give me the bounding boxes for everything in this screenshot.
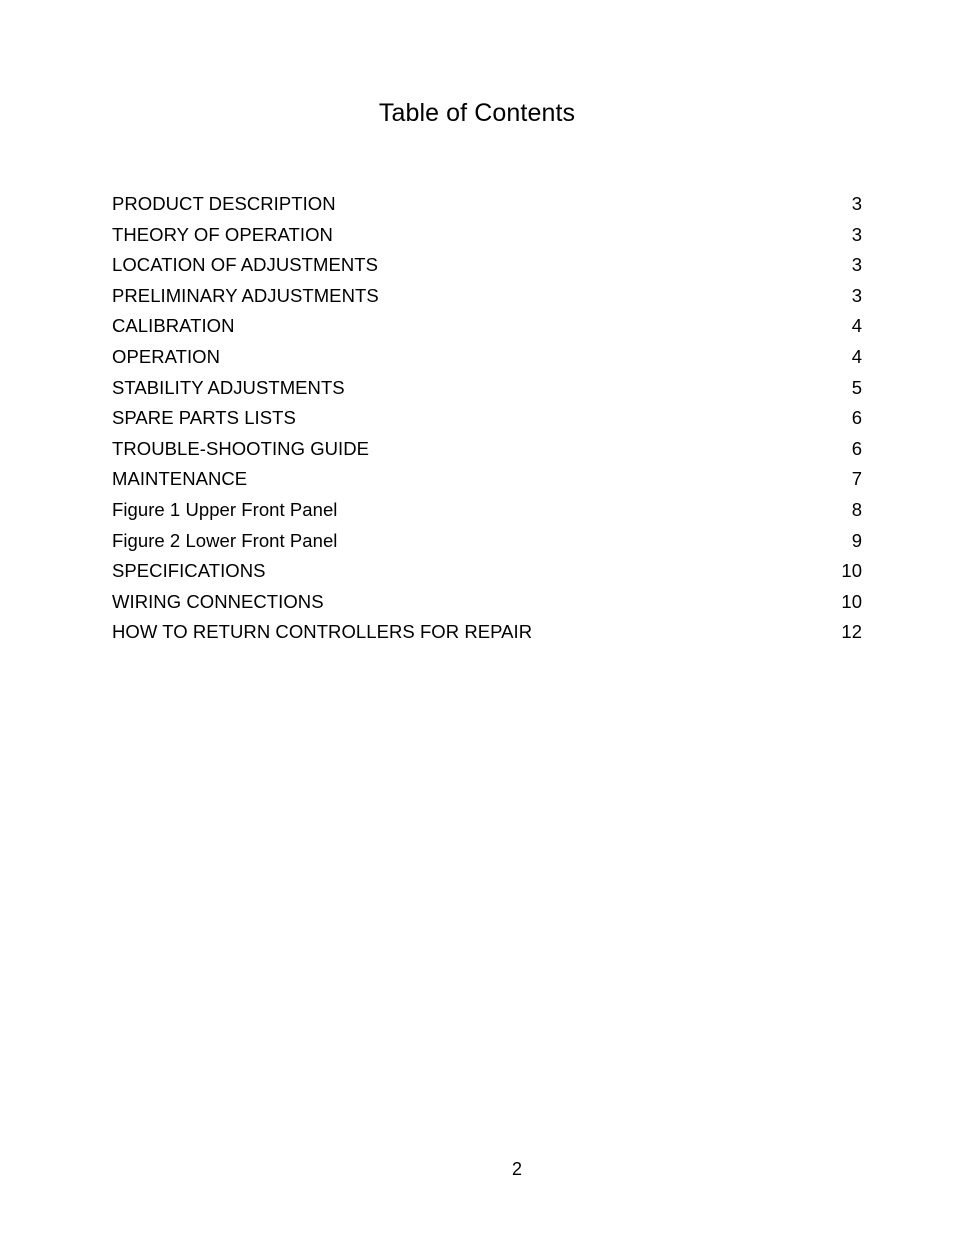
toc-entry[interactable]: LOCATION OF ADJUSTMENTS 3 (112, 250, 862, 281)
toc-entry-label: STABILITY ADJUSTMENTS (112, 376, 345, 398)
toc-entry-page-number: 12 (841, 621, 862, 643)
document-page: Table of Contents PRODUCT DESCRIPTION 3 TH… (0, 0, 954, 1235)
toc-entry-page-number: 9 (851, 529, 862, 551)
toc-entry[interactable]: CALIBRATION 4 (112, 311, 862, 342)
toc-entry-page-number: 5 (851, 376, 862, 398)
toc-entry[interactable]: SPECIFICATIONS 10 (112, 556, 862, 587)
toc-entry[interactable]: WIRING CONNECTIONS 10 (112, 587, 862, 618)
toc-entry-page-number: 6 (851, 437, 862, 459)
table-of-contents-list: PRODUCT DESCRIPTION 3 THEORY OF OPERATION 3… (112, 189, 862, 648)
toc-entry[interactable]: Figure 2 Lower Front Panel 9 (112, 526, 862, 557)
toc-entry-label: SPARE PARTS LISTS (112, 407, 296, 429)
footer-page-number: 2 (511, 1159, 522, 1179)
toc-entry-label: CALIBRATION (112, 315, 235, 337)
toc-entry[interactable]: SPARE PARTS LISTS 6 (112, 403, 862, 434)
toc-entry-label: Figure 1 Upper Front Panel (112, 498, 338, 520)
toc-entry-page-number: 7 (851, 468, 862, 490)
toc-entry-label: PRODUCT DESCRIPTION (112, 193, 336, 214)
page-title: Table of Contents (378, 99, 576, 127)
toc-entry-label: LOCATION OF ADJUSTMENTS (112, 254, 378, 276)
toc-entry-page-number: 4 (851, 315, 862, 337)
toc-entry-label: Figure 2 Lower Front Panel (112, 529, 338, 551)
toc-entry-page-number: 3 (851, 254, 862, 276)
toc-entry-label: TROUBLE-SHOOTING GUIDE (112, 437, 370, 459)
toc-entry[interactable]: THEORY OF OPERATION 3 (112, 220, 862, 251)
toc-entry[interactable]: PRELIMINARY ADJUSTMENTS 3 (112, 281, 862, 312)
toc-entry[interactable]: STABILITY ADJUSTMENTS 5 (112, 373, 862, 404)
toc-entry-page-number: 8 (851, 498, 862, 520)
toc-entry-page-number: 3 (851, 223, 862, 245)
toc-entry-page-number: 10 (841, 560, 862, 582)
toc-entry-page-number: 3 (851, 284, 862, 306)
toc-entry-label: WIRING CONNECTIONS (112, 590, 324, 612)
toc-entry-page-number: 6 (851, 407, 862, 429)
toc-entry-page-number: 10 (841, 590, 862, 612)
toc-entry[interactable]: PRODUCT DESCRIPTION 3 (112, 189, 862, 220)
toc-entry-label: HOW TO RETURN CONTROLLERS FOR REPAIR (112, 621, 533, 643)
toc-entry[interactable]: OPERATION 4 (112, 342, 862, 373)
toc-entry[interactable]: HOW TO RETURN CONTROLLERS FOR REPAIR 12 (112, 617, 862, 648)
toc-entry-label: MAINTENANCE (112, 468, 248, 490)
toc-entry-label: SPECIFICATIONS (112, 560, 266, 582)
toc-entry[interactable]: MAINTENANCE 7 (112, 464, 862, 495)
toc-entry-label: THEORY OF OPERATION (112, 223, 333, 245)
toc-entry-label: PRELIMINARY ADJUSTMENTS (112, 284, 379, 306)
toc-entry[interactable]: TROUBLE-SHOOTING GUIDE 6 (112, 434, 862, 465)
toc-entry-page-number: 3 (851, 193, 862, 214)
page-footer: 2 (0, 1159, 954, 1180)
toc-entry-label: OPERATION (112, 345, 221, 367)
toc-entry-page-number: 4 (851, 345, 862, 367)
toc-entry[interactable]: Figure 1 Upper Front Panel 8 (112, 495, 862, 526)
